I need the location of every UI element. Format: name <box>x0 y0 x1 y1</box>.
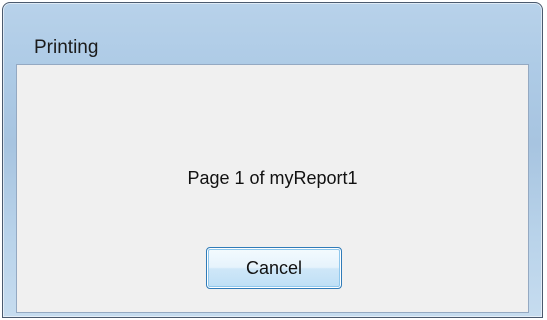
window-title: Printing <box>34 37 99 58</box>
dialog-content: Page 1 of myReport1 Cancel <box>16 64 529 313</box>
cancel-button[interactable]: Cancel <box>206 247 342 289</box>
progress-message: Page 1 of myReport1 <box>187 168 358 188</box>
title-bar[interactable]: Printing <box>3 3 542 61</box>
printing-dialog-window: Printing Page 1 of myReport1 Cancel <box>2 2 543 318</box>
cancel-button-label: Cancel <box>245 258 303 278</box>
